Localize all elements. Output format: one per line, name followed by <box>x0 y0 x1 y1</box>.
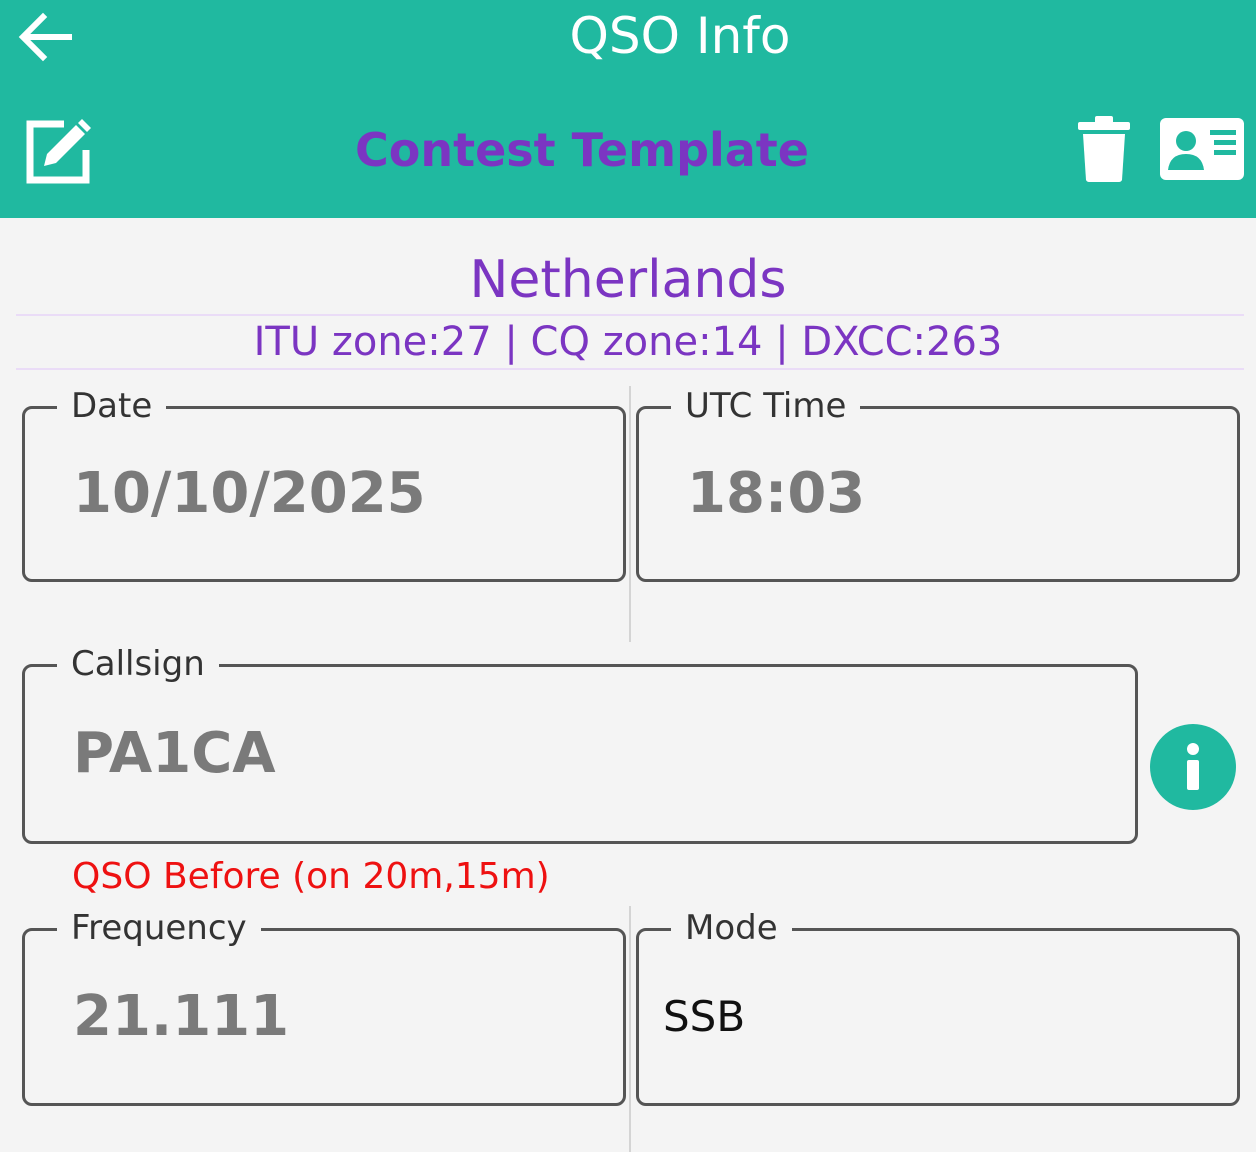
date-field[interactable]: Date 10/10/2025 <box>22 381 626 582</box>
utc-time-value: 18:03 <box>687 461 866 526</box>
mode-label: Mode <box>671 903 792 953</box>
callsign-field[interactable]: Callsign PA1CA <box>22 639 1138 844</box>
column-divider <box>629 386 631 642</box>
trash-icon <box>1078 116 1130 182</box>
frequency-field[interactable]: Frequency 21.111 <box>22 903 626 1106</box>
frequency-value: 21.111 <box>73 984 290 1049</box>
utc-time-label: UTC Time <box>671 381 861 431</box>
qso-before-warning: QSO Before (on 20m,15m) <box>72 856 550 897</box>
callsign-value: PA1CA <box>73 721 276 786</box>
country-name: Netherlands <box>469 250 787 310</box>
mode-select[interactable]: Mode SSB <box>636 903 1240 1106</box>
app-header: QSO Info Contest Template <box>0 0 1256 218</box>
page-title: QSO Info <box>569 7 791 65</box>
contact-card-icon <box>1160 118 1244 180</box>
info-icon <box>1187 743 1199 790</box>
callsign-info-button[interactable] <box>1150 724 1236 810</box>
contact-card-button[interactable] <box>1156 114 1248 186</box>
utc-time-field[interactable]: UTC Time 18:03 <box>636 381 1240 582</box>
callsign-label: Callsign <box>57 639 219 689</box>
delete-button[interactable] <box>1076 114 1136 186</box>
template-title: Contest Template <box>354 123 809 177</box>
column-divider <box>629 906 631 1152</box>
frequency-label: Frequency <box>57 903 261 953</box>
date-value: 10/10/2025 <box>73 461 426 526</box>
divider <box>16 368 1244 370</box>
zone-info: ITU zone:27 | CQ zone:14 | DXCC:263 <box>253 319 1003 365</box>
date-label: Date <box>57 381 167 431</box>
mode-value: SSB <box>663 992 746 1041</box>
